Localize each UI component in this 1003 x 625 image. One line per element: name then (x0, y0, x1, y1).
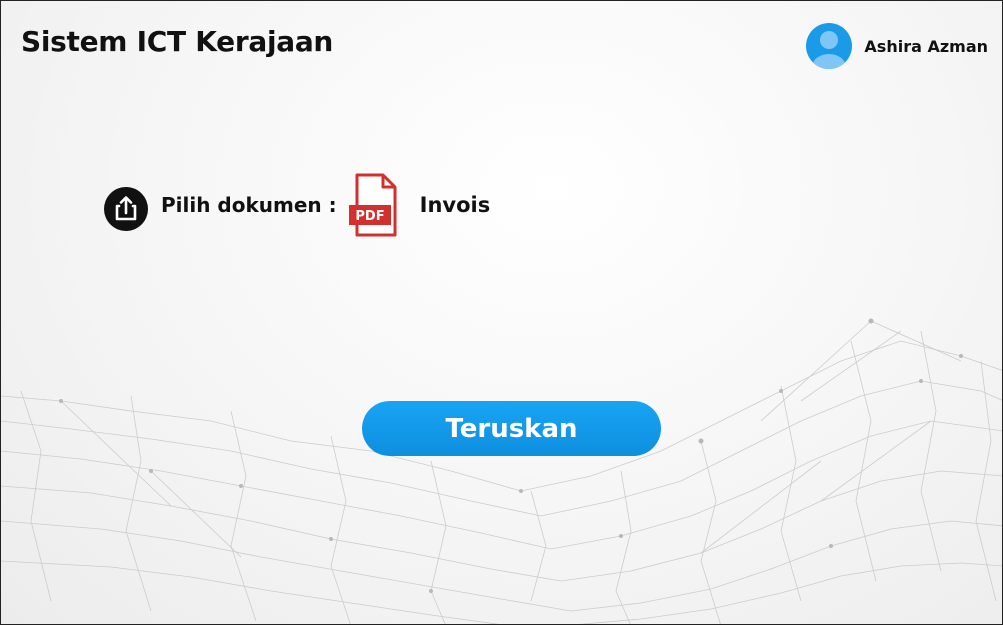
background-network-mesh (1, 318, 1002, 624)
continue-button[interactable]: Teruskan (362, 401, 661, 456)
upload-share-icon[interactable] (104, 187, 148, 231)
user-name: Ashira Azman (864, 36, 988, 56)
user-profile[interactable]: Ashira Azman (806, 23, 988, 69)
pdf-badge-text: PDF (355, 209, 384, 224)
user-avatar-icon[interactable] (806, 23, 853, 69)
pdf-file-icon[interactable]: PDF (347, 172, 403, 238)
selected-file-name[interactable]: Invois (420, 193, 491, 217)
app-title: Sistem ICT Kerajaan (21, 25, 334, 58)
document-picker: Pilih dokumen : PDF Invois (104, 172, 490, 238)
app-window: Sistem ICT Kerajaan Ashira Azman Pilih d… (0, 0, 1003, 625)
pick-document-label: Pilih dokumen : (161, 193, 337, 217)
